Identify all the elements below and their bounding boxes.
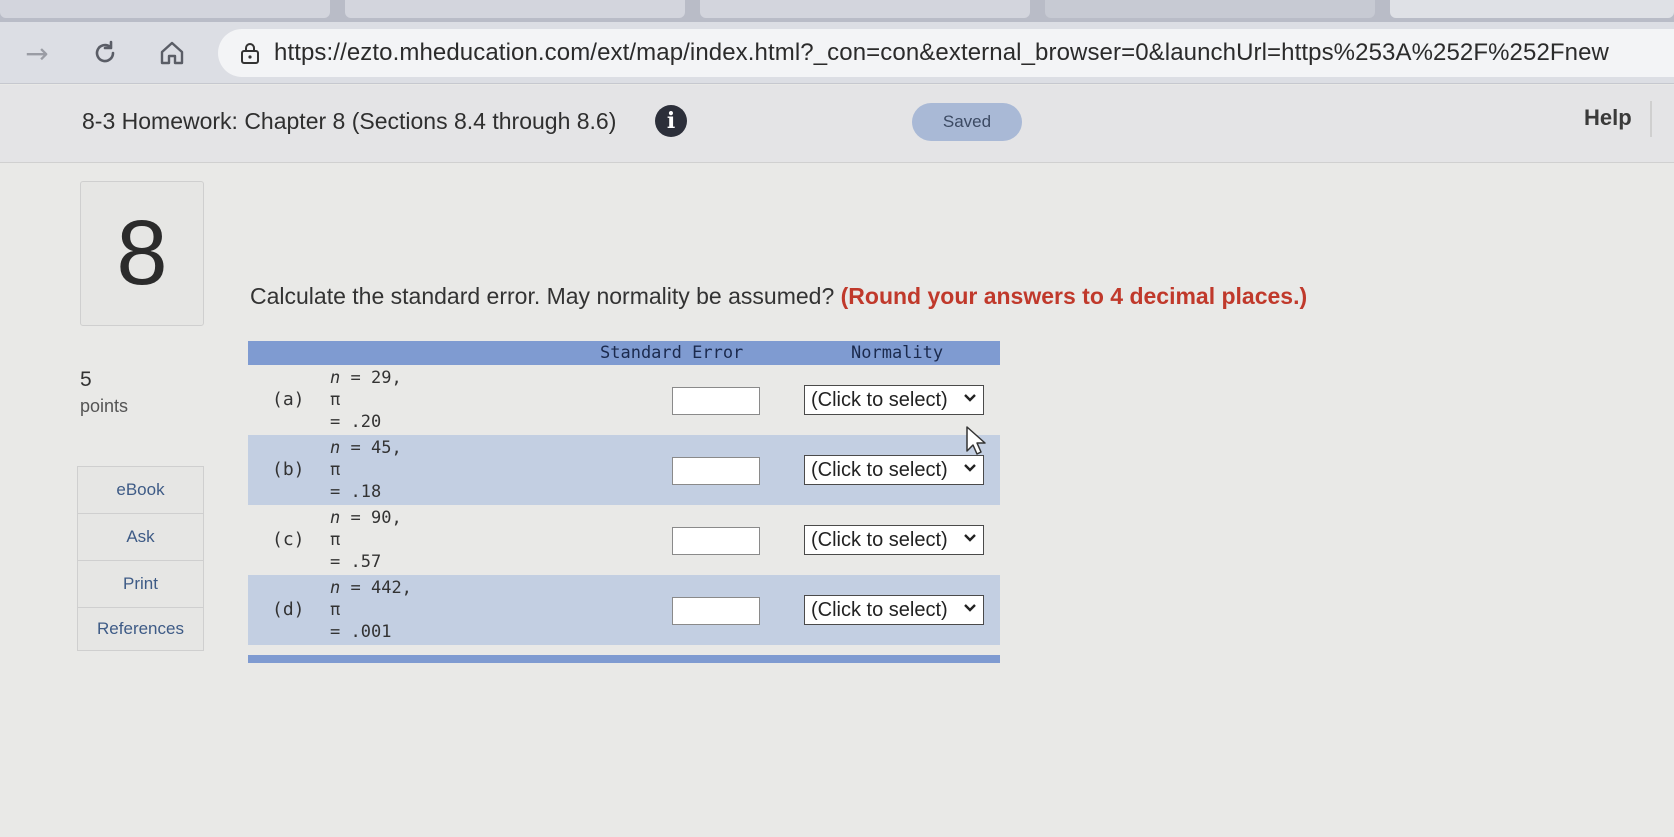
browser-toolbar: → https://ezto.mheducation.com/ext/map/i…	[0, 22, 1674, 84]
question-prompt: Calculate the standard error. May normal…	[250, 283, 1307, 310]
table-footer-bar	[248, 655, 1000, 663]
browser-tabstrip	[0, 0, 1674, 22]
assignment-header: 8-3 Homework: Chapter 8 (Sections 8.4 th…	[0, 85, 1674, 163]
chevron-down-icon	[964, 464, 976, 472]
url-text[interactable]: https://ezto.mheducation.com/ext/map/ind…	[274, 39, 1664, 67]
standard-error-input[interactable]	[672, 387, 760, 415]
browser-tab[interactable]	[345, 0, 685, 18]
n-value: 29,	[370, 368, 402, 388]
n-value: 45,	[370, 438, 402, 458]
prompt-text: Calculate the standard error. May normal…	[250, 283, 835, 309]
standard-error-input[interactable]	[672, 597, 760, 625]
browser-tab-active[interactable]	[1390, 0, 1674, 18]
address-bar[interactable]: https://ezto.mheducation.com/ext/map/ind…	[218, 29, 1674, 77]
question-number-box: 8	[80, 181, 204, 326]
info-icon[interactable]: i	[655, 105, 687, 137]
table-header: Standard Error Normality	[248, 341, 1000, 365]
pi-value: .57	[350, 552, 382, 572]
select-value: (Click to select)	[811, 598, 948, 621]
assignment-title: 8-3 Homework: Chapter 8 (Sections 8.4 th…	[82, 108, 617, 134]
standard-error-input[interactable]	[672, 457, 760, 485]
chevron-down-icon	[964, 394, 976, 402]
rounding-instruction: (Round your answers to 4 decimal places.…	[840, 283, 1308, 309]
pi-value: .20	[350, 412, 382, 432]
normality-select[interactable]: (Click to select)	[804, 525, 984, 555]
mouse-pointer-icon	[966, 426, 986, 455]
saved-status-badge: Saved	[912, 103, 1022, 141]
forward-arrow-icon[interactable]: →	[20, 36, 54, 70]
question-table: Standard Error Normality (a) n = 29, π =…	[248, 341, 1000, 663]
points-value: 5	[80, 368, 92, 391]
ask-button[interactable]: Ask	[77, 513, 204, 560]
standard-error-input[interactable]	[672, 527, 760, 555]
browser-tab[interactable]	[700, 0, 1030, 18]
pi-value: .18	[350, 482, 382, 502]
divider	[1650, 101, 1652, 137]
row-parameters: n = 45, π = .18	[330, 438, 402, 502]
chevron-down-icon	[964, 534, 976, 542]
table-row: (a) n = 29, π = .20 (Click to select)	[248, 365, 1000, 435]
row-parameters: n = 29, π = .20	[330, 368, 402, 432]
ebook-button[interactable]: eBook	[77, 466, 204, 513]
row-parameters: n = 90, π = .57	[330, 508, 402, 572]
n-value: 442,	[370, 578, 412, 598]
column-header-standard-error: Standard Error	[600, 343, 744, 363]
lock-icon	[240, 41, 260, 65]
question-number: 8	[116, 202, 168, 304]
print-button[interactable]: Print	[77, 560, 204, 607]
row-label: (b)	[272, 459, 305, 480]
column-header-normality: Normality	[851, 343, 944, 363]
row-label: (a)	[272, 389, 305, 410]
reload-icon[interactable]	[88, 36, 122, 70]
points-label: points	[80, 396, 129, 416]
table-row: (d) n = 442, π = .001 (Click to select)	[248, 575, 1000, 645]
question-side-menu: eBook Ask Print References	[77, 466, 204, 651]
normality-select[interactable]: (Click to select)	[804, 455, 984, 485]
select-value: (Click to select)	[811, 528, 948, 551]
browser-tab[interactable]	[1045, 0, 1375, 18]
select-value: (Click to select)	[811, 458, 948, 481]
select-value: (Click to select)	[811, 388, 948, 411]
pi-value: .001	[350, 622, 392, 642]
chevron-down-icon	[964, 604, 976, 612]
browser-tab[interactable]	[0, 0, 330, 18]
help-link[interactable]: Help	[1584, 105, 1632, 131]
row-label: (c)	[272, 529, 305, 550]
normality-select[interactable]: (Click to select)	[804, 595, 984, 625]
home-icon[interactable]	[155, 36, 189, 70]
table-row: (c) n = 90, π = .57 (Click to select)	[248, 505, 1000, 575]
row-parameters: n = 442, π = .001	[330, 578, 412, 642]
references-button[interactable]: References	[77, 607, 204, 651]
n-value: 90,	[370, 508, 402, 528]
row-label: (d)	[272, 599, 305, 620]
normality-select[interactable]: (Click to select)	[804, 385, 984, 415]
table-row: (b) n = 45, π = .18 (Click to select)	[248, 435, 1000, 505]
